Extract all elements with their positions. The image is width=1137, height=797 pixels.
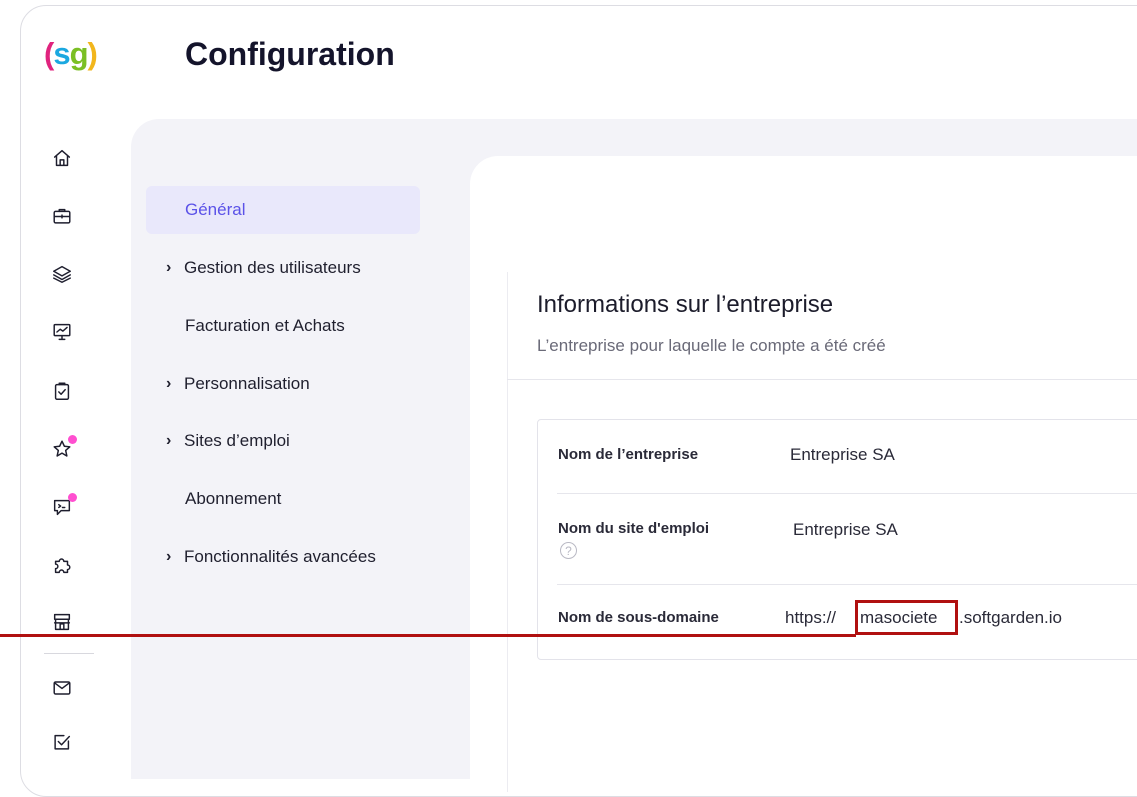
page-title: Configuration	[185, 36, 395, 72]
notification-dot	[68, 493, 77, 502]
section-subtitle: L’entreprise pour laquelle le compte a é…	[537, 336, 886, 355]
help-icon[interactable]: ?	[560, 542, 577, 559]
job-site-name-value: Entreprise SA	[793, 520, 898, 539]
annotation-highlight-box	[855, 600, 958, 635]
clipboard-check-icon[interactable]	[50, 379, 74, 403]
nav-item-advanced-features[interactable]: › Fonctionnalités avancées	[146, 533, 420, 581]
notification-dot	[68, 435, 77, 444]
briefcase-icon[interactable]	[50, 204, 74, 228]
job-site-name-label: Nom du site d'emploi	[558, 520, 710, 537]
row-divider	[557, 493, 1137, 494]
chevron-right-icon: ›	[166, 259, 172, 276]
rail-divider	[44, 653, 94, 654]
row-divider	[557, 584, 1137, 585]
company-name-label: Nom de l’entreprise	[558, 446, 699, 463]
nav-item-subscription[interactable]: Abonnement	[146, 475, 420, 523]
nav-item-personalization[interactable]: › Personnalisation	[146, 360, 420, 408]
chat-icon[interactable]	[50, 493, 77, 519]
star-icon[interactable]	[50, 435, 77, 461]
subdomain-prefix: https://	[785, 608, 837, 627]
nav-item-user-management[interactable]: › Gestion des utilisateurs	[146, 244, 420, 292]
company-name-value: Entreprise SA	[790, 445, 895, 464]
nav-item-billing[interactable]: Facturation et Achats	[146, 302, 420, 350]
chevron-right-icon: ›	[166, 375, 172, 392]
softgarden-logo[interactable]: (sg)	[44, 34, 98, 74]
home-icon[interactable]	[50, 146, 74, 170]
store-icon[interactable]	[50, 610, 74, 634]
puzzle-icon[interactable]	[50, 553, 74, 577]
annotation-line	[0, 634, 856, 637]
mail-icon[interactable]	[50, 676, 74, 700]
presentation-chart-icon[interactable]	[50, 320, 74, 344]
layers-icon[interactable]	[50, 262, 74, 286]
subdomain-suffix: .softgarden.io	[959, 608, 1063, 627]
section-divider	[507, 379, 1137, 380]
subdomain-label: Nom de sous-domaine	[558, 609, 719, 626]
nav-item-job-sites[interactable]: › Sites d’emploi	[146, 417, 420, 465]
section-title: Informations sur l’entreprise	[537, 291, 834, 318]
nav-item-general[interactable]: Général	[146, 186, 420, 234]
chevron-right-icon: ›	[166, 432, 172, 449]
checkbox-icon[interactable]	[50, 730, 74, 754]
chevron-right-icon: ›	[166, 548, 172, 565]
